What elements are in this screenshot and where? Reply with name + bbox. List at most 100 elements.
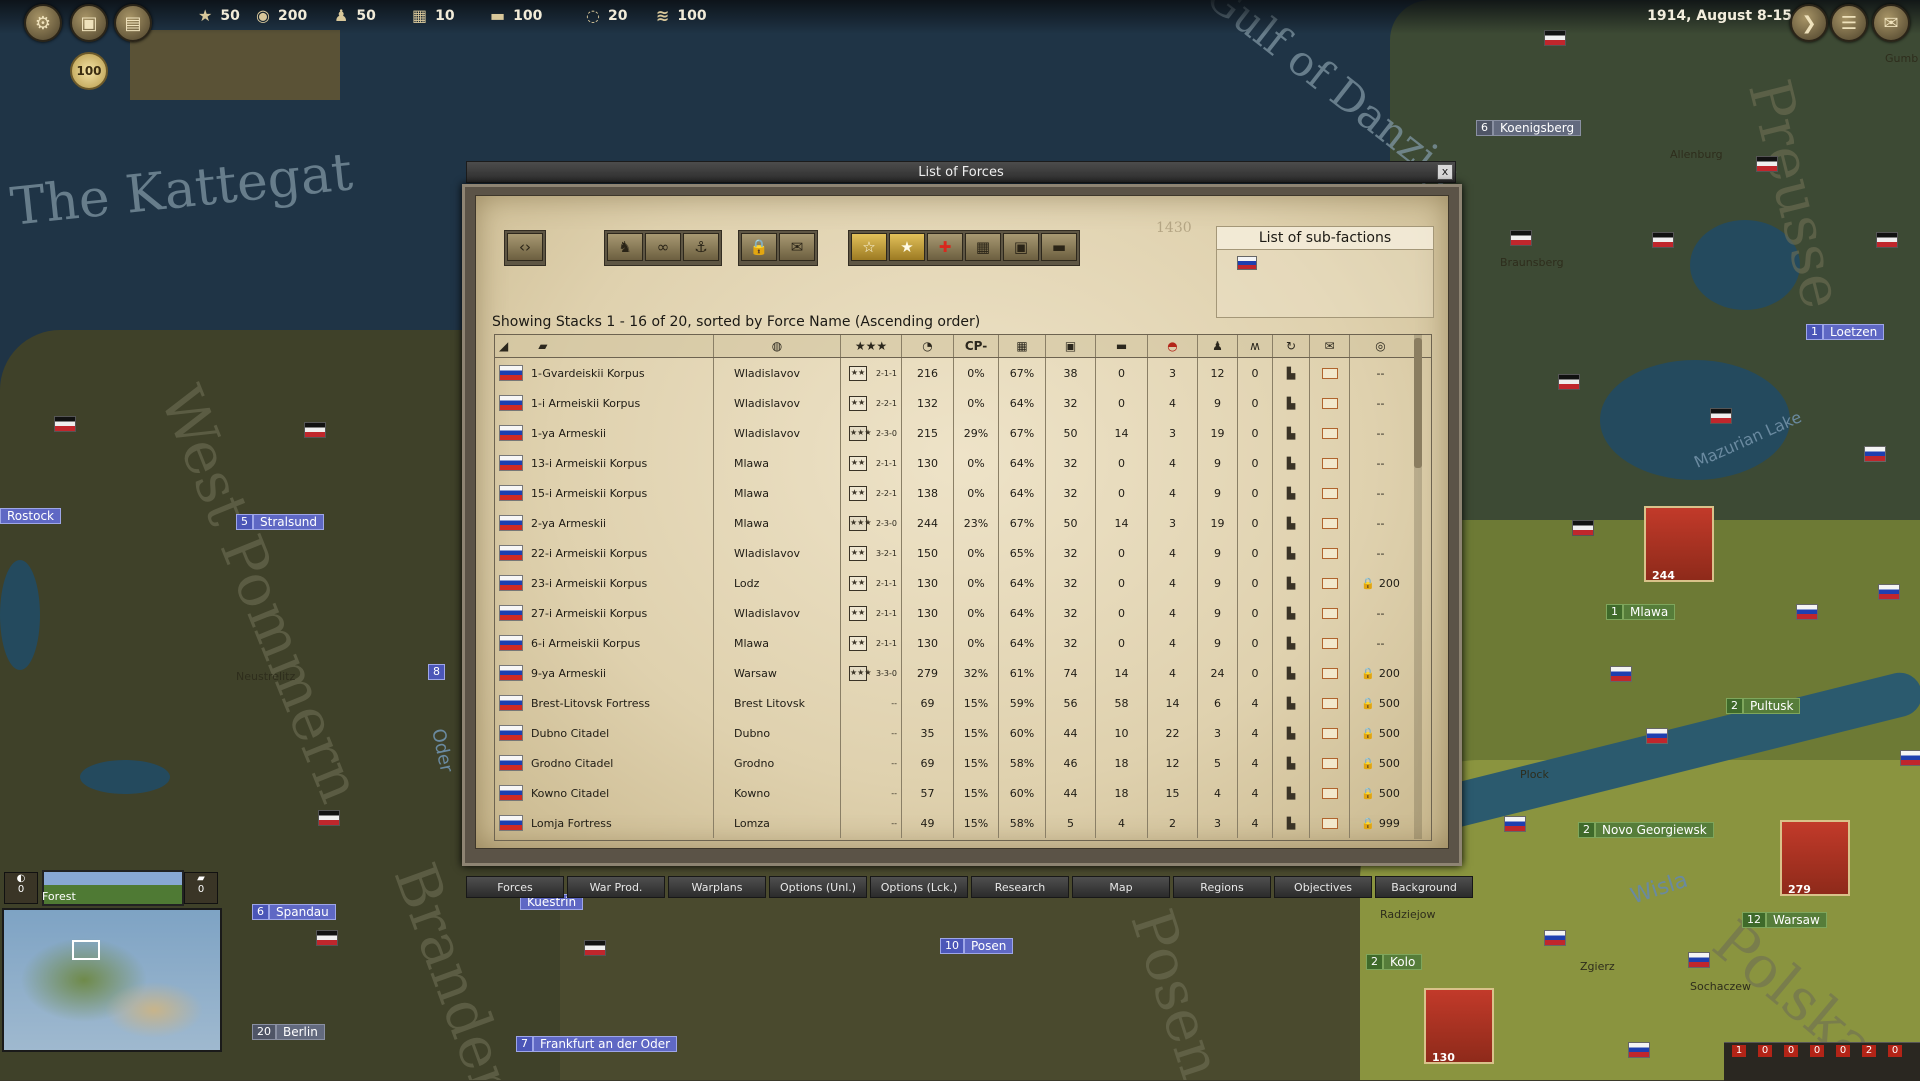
cell-orders[interactable] [1310,598,1350,628]
column-header-m[interactable]: ʍ [1238,335,1273,357]
tab-warplans[interactable]: Warplans [668,876,766,898]
anchor-icon[interactable]: ⚓ [683,233,719,261]
column-header-posture[interactable]: ↻ [1273,335,1310,357]
star-filled-icon[interactable]: ★ [889,233,925,261]
table-row[interactable]: Brest-Litovsk Fortress Brest Litovsk -- 69 1… [495,688,1431,718]
table-row[interactable]: 1-i Armeiskii Korpus Wladislavov ★★ 2-2-1 13… [495,388,1431,418]
table-row[interactable]: Kowno Citadel Kowno -- 57 15% 60% 44 18 15 4 4 ▙ 🔒 50… [495,778,1431,808]
scrollbar-thumb[interactable] [1414,338,1422,468]
city-tag-warsaw[interactable]: 12 Warsaw [1742,912,1827,928]
city-tag-pultusk[interactable]: 2 Pultusk [1726,698,1801,714]
cell-posture[interactable]: ▙ [1273,688,1310,718]
cell-posture[interactable]: ▙ [1273,538,1310,568]
city-tag-berlin[interactable]: 20 Berlin [252,1024,325,1040]
alert-counter[interactable]: 0 [1784,1045,1798,1057]
unit-counter[interactable]: 279 [1780,820,1850,896]
tab-background[interactable]: Background [1375,876,1473,898]
envelope-icon[interactable]: ✉ [779,233,815,261]
cell-name[interactable]: 23-i Armeiskii Korpus [495,568,714,598]
ammo-icon[interactable]: ▬ [1041,233,1077,261]
table-row[interactable]: 23-i Armeiskii Korpus Lodz ★★ 2-1-1 130 0% 64%… [495,568,1431,598]
cell-name[interactable]: 1-i Armeiskii Korpus [495,388,714,418]
cell-posture[interactable]: ▙ [1273,718,1310,748]
cell-posture[interactable]: ▙ [1273,628,1310,658]
gear-icon[interactable]: ⚙ [24,4,62,42]
star-outline-icon[interactable]: ☆ [851,233,887,261]
cell-name[interactable]: 22-i Armeiskii Korpus [495,538,714,568]
table-row[interactable]: 1-ya Armeskii Wladislavov ★★★ 2-3-0 215 29% 67… [495,418,1431,448]
menu-icon[interactable]: ☰ [1830,4,1868,42]
ledger-icon[interactable]: ▤ [114,4,152,42]
cell-name[interactable]: 1-ya Armeskii [495,418,714,448]
cell-name[interactable]: 15-i Armeiskii Korpus [495,478,714,508]
cell-posture[interactable]: ▙ [1273,778,1310,808]
city-tag-stralsund[interactable]: 5 Stralsund [236,514,325,530]
cell-name[interactable]: 6-i Armeiskii Korpus [495,628,714,658]
table-row[interactable]: 9-ya Armeskii Warsaw ★★★ 3-3-0 279 32% 61% 74 14… [495,658,1431,688]
column-header-ammo[interactable]: ▬ [1096,335,1148,357]
unit-counter[interactable]: 244 [1644,506,1714,582]
column-header-power[interactable]: ◔ [902,335,954,357]
cell-name[interactable]: Lomja Fortress [495,808,714,838]
column-header-pool[interactable]: ◎ [1350,335,1411,357]
cell-name[interactable]: Dubno Citadel [495,718,714,748]
crate-icon[interactable]: ▣ [70,4,108,42]
city-tag-spandau[interactable]: 6 Spandau [252,904,336,920]
cell-posture[interactable]: ▙ [1273,508,1310,538]
city-tag-rostock[interactable]: Rostock [0,508,61,524]
grid-icon[interactable]: ▦ [965,233,1001,261]
alert-counter[interactable]: 0 [1888,1045,1902,1057]
alert-counter[interactable]: 0 [1758,1045,1772,1057]
column-header-cp[interactable]: CP- [954,335,999,357]
minimap[interactable] [2,908,222,1052]
cell-orders[interactable] [1310,358,1350,388]
cell-orders[interactable] [1310,508,1350,538]
cell-posture[interactable]: ▙ [1273,748,1310,778]
tab-map[interactable]: Map [1072,876,1170,898]
cell-orders[interactable] [1310,688,1350,718]
alert-counter[interactable]: 1 [1732,1045,1746,1057]
table-row[interactable]: 27-i Armeiskii Korpus Wladislavov ★★ 2-1-1 1… [495,598,1431,628]
cell-orders[interactable] [1310,778,1350,808]
table-scrollbar[interactable] [1414,334,1422,839]
city-tag-novo-georgiewsk[interactable]: 2 Novo Georgiewsk [1578,822,1714,838]
tab-war-prod[interactable]: War Prod. [567,876,665,898]
cell-posture[interactable]: ▙ [1273,388,1310,418]
city-tag-kolo[interactable]: 2 Kolo [1366,954,1423,970]
alert-counter[interactable]: 2 [1862,1045,1876,1057]
column-header-supply[interactable]: ▣ [1046,335,1096,357]
cell-name[interactable]: Brest-Litovsk Fortress [495,688,714,718]
tab-forces[interactable]: Forces [466,876,564,898]
minimap-right-counter[interactable]: ▰ 0 [184,872,218,904]
cell-orders[interactable] [1310,478,1350,508]
cell-orders[interactable] [1310,568,1350,598]
column-header-orders[interactable]: ✉ [1310,335,1350,357]
army-filter-icon[interactable]: ♞ [607,233,643,261]
column-header-location[interactable]: ◍ [714,335,841,357]
column-header-name[interactable]: ◢ ▰ [495,335,714,357]
cell-orders[interactable] [1310,628,1350,658]
cell-posture[interactable]: ▙ [1273,418,1310,448]
table-row[interactable]: 22-i Armeiskii Korpus Wladislavov ★★ 3-2-1 1… [495,538,1431,568]
infinity-icon[interactable]: ∞ [645,233,681,261]
cell-name[interactable]: Kowno Citadel [495,778,714,808]
minimap-viewport[interactable] [72,940,100,960]
tab-regions[interactable]: Regions [1173,876,1271,898]
city-tag-loetzen[interactable]: 1 Loetzen [1806,324,1885,340]
alert-counter[interactable]: 0 [1836,1045,1850,1057]
cell-orders[interactable] [1310,658,1350,688]
column-header-men[interactable]: ♟ [1198,335,1238,357]
tab-options-lck[interactable]: Options (Lck.) [870,876,968,898]
table-row[interactable]: 13-i Armeiskii Korpus Mlawa ★★ 2-1-1 130 0% 64… [495,448,1431,478]
tab-research[interactable]: Research [971,876,1069,898]
cell-posture[interactable]: ▙ [1273,478,1310,508]
city-tag-mlawa[interactable]: 1 Mlawa [1606,604,1676,620]
end-turn-arrow-icon[interactable]: ❯ [1790,4,1828,42]
cell-name[interactable]: 1-Gvardeiskii Korpus [495,358,714,388]
city-tag-koenigsberg[interactable]: 6 Koenigsberg [1476,120,1582,136]
column-header-cohesion[interactable]: ▦ [999,335,1046,357]
column-header-stars[interactable]: ★★★ [841,335,902,357]
table-row[interactable]: Dubno Citadel Dubno -- 35 15% 60% 44 10 22 3 4 ▙ 🔒 50… [495,718,1431,748]
ledger-scroll-icon[interactable]: ✉ [1872,4,1910,42]
cell-name[interactable]: 2-ya Armeskii [495,508,714,538]
